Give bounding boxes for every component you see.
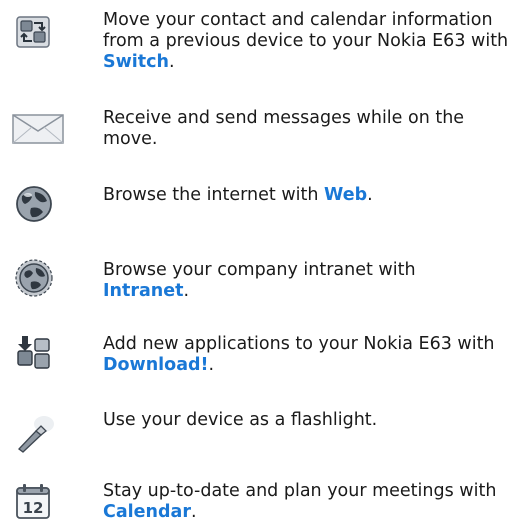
item-description: Browse the internet with (103, 185, 325, 205)
calendar-link[interactable]: Calendar (103, 502, 191, 522)
envelope-icon (12, 112, 66, 146)
item-punct: . (183, 281, 190, 301)
item-text: Receive and send messages while on the m… (103, 108, 515, 150)
item-description: Use your device as a flashlight. (103, 410, 378, 430)
download-link[interactable]: Download! (103, 355, 209, 375)
item-text: Move your contact and calendar informati… (103, 10, 515, 73)
item-text: Use your device as a flashlight. (103, 410, 515, 431)
item-text: Add new applications to your Nokia E63 w… (103, 334, 515, 376)
item-description: Stay up-to-date and plan your meetings w… (103, 481, 497, 501)
item-description: Add new applications to your Nokia E63 w… (103, 334, 495, 354)
intranet-link[interactable]: Intranet (103, 281, 183, 301)
globe-icon (14, 184, 54, 224)
item-punct: . (190, 502, 197, 522)
calendar-day-number: 12 (23, 499, 44, 517)
item-text: Browse the internet with Web. (103, 185, 515, 206)
switch-icon (14, 14, 54, 54)
item-text: Browse your company intranet with Intran… (103, 260, 483, 302)
intranet-globe-icon (14, 258, 54, 298)
item-description: Move your contact and calendar informati… (103, 10, 509, 51)
web-link[interactable]: Web (324, 185, 367, 205)
item-description: Browse your company intranet with (103, 260, 416, 280)
calendar-icon: 12 (14, 482, 54, 522)
flashlight-icon (14, 415, 54, 455)
download-icon (14, 334, 54, 374)
item-text: Stay up-to-date and plan your meetings w… (103, 481, 515, 523)
item-punct: . (208, 355, 215, 375)
item-punct: . (367, 185, 373, 205)
item-description: Receive and send messages while on the m… (103, 108, 465, 149)
switch-link[interactable]: Switch (103, 52, 169, 72)
item-punct: . (168, 52, 175, 72)
